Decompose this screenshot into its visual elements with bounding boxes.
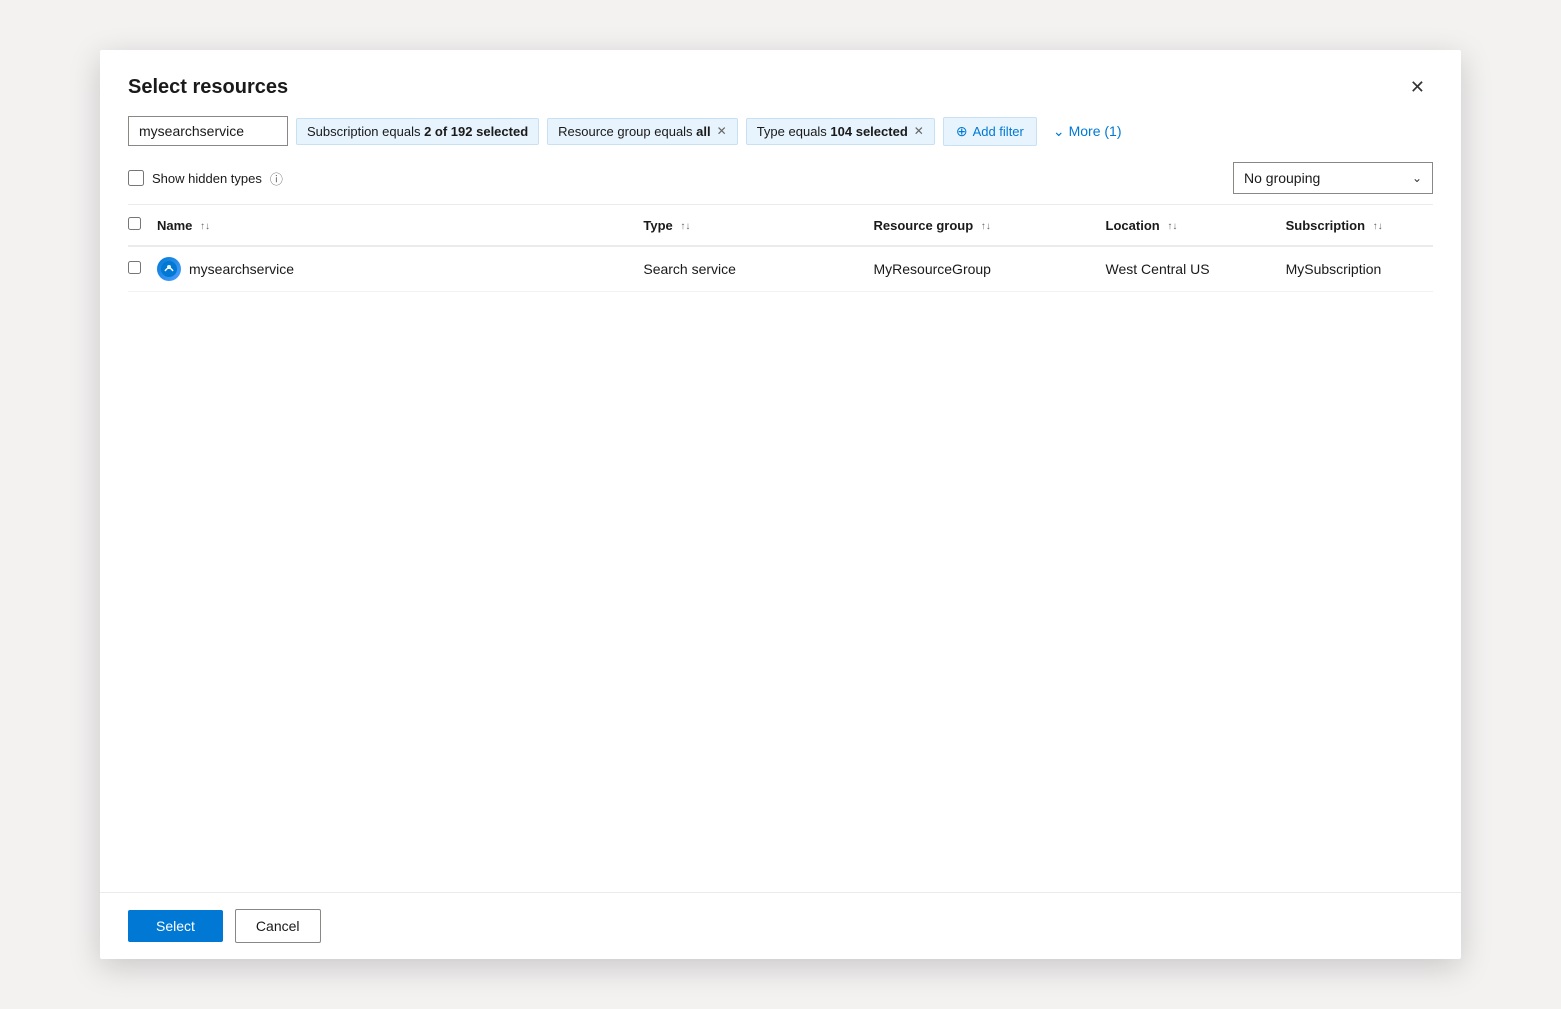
resources-table: Name ↑↓ Type ↑↓ Resource group ↑↓ Locati… (128, 205, 1433, 292)
type-sort-icon: ↑↓ (680, 223, 690, 230)
filter-chip-resource-group-text: Resource group equals all (558, 124, 711, 139)
table-body: mysearchservice Search service MyResourc… (128, 246, 1433, 292)
row-subscription: MySubscription (1286, 261, 1382, 277)
select-button[interactable]: Select (128, 910, 223, 942)
filter-chip-subscription[interactable]: Subscription equals 2 of 192 selected (296, 118, 539, 145)
filter-chip-subscription-text: Subscription equals 2 of 192 selected (307, 124, 528, 139)
add-filter-label: Add filter (973, 124, 1024, 139)
row-checkbox[interactable] (128, 261, 141, 274)
grouping-dropdown-wrapper: No grouping Resource group Location Type… (1233, 162, 1433, 194)
search-input[interactable] (128, 116, 288, 146)
toolbar: Subscription equals 2 of 192 selected Re… (100, 116, 1461, 158)
dialog-footer: Select Cancel (100, 892, 1461, 959)
col-header-subscription[interactable]: Subscription ↑↓ (1278, 205, 1433, 246)
row-location: West Central US (1106, 261, 1210, 277)
col-header-checkbox (128, 205, 149, 246)
row-name-cell: mysearchservice (149, 246, 635, 292)
filter-chip-type-text: Type equals 104 selected (757, 124, 908, 139)
filter-chip-type[interactable]: Type equals 104 selected ✕ (746, 118, 935, 145)
subscription-sort-icon: ↑↓ (1373, 223, 1383, 230)
location-sort-icon: ↑↓ (1167, 223, 1177, 230)
filter-chip-resource-group[interactable]: Resource group equals all ✕ (547, 118, 738, 145)
row-subscription-cell: MySubscription (1278, 246, 1433, 292)
row-checkbox-cell (128, 246, 149, 292)
more-label: More (1) (1069, 123, 1122, 139)
row-location-cell: West Central US (1098, 246, 1278, 292)
resource-icon (157, 257, 181, 281)
table-header: Name ↑↓ Type ↑↓ Resource group ↑↓ Locati… (128, 205, 1433, 246)
table-row[interactable]: mysearchservice Search service MyResourc… (128, 246, 1433, 292)
col-header-location[interactable]: Location ↑↓ (1098, 205, 1278, 246)
row-resource-group-cell: MyResourceGroup (865, 246, 1097, 292)
cancel-button[interactable]: Cancel (235, 909, 321, 943)
options-bar: Show hidden types ⓘ No grouping Resource… (100, 158, 1461, 204)
show-hidden-text: Show hidden types (152, 171, 262, 186)
dialog-header: Select resources ✕ (100, 50, 1461, 116)
add-filter-icon: ⊕ (956, 123, 968, 140)
select-resources-dialog: Select resources ✕ Subscription equals 2… (100, 50, 1461, 959)
row-name: mysearchservice (189, 261, 294, 277)
filter-chip-type-close[interactable]: ✕ (914, 125, 924, 137)
select-all-checkbox[interactable] (128, 217, 141, 230)
dialog-title: Select resources (128, 76, 288, 99)
show-hidden-label[interactable]: Show hidden types ⓘ (128, 169, 283, 188)
resource-group-sort-icon: ↑↓ (981, 223, 991, 230)
col-header-name[interactable]: Name ↑↓ (149, 205, 635, 246)
info-icon: ⓘ (270, 169, 283, 188)
row-type: Search service (643, 261, 736, 277)
col-header-type[interactable]: Type ↑↓ (635, 205, 865, 246)
show-hidden-checkbox[interactable] (128, 170, 144, 186)
grouping-select[interactable]: No grouping Resource group Location Type… (1234, 163, 1432, 193)
row-type-cell: Search service (635, 246, 865, 292)
add-filter-button[interactable]: ⊕ Add filter (943, 117, 1037, 146)
col-header-resource-group[interactable]: Resource group ↑↓ (865, 205, 1097, 246)
table-container: Name ↑↓ Type ↑↓ Resource group ↑↓ Locati… (100, 205, 1461, 892)
chevron-down-icon: ⌄ (1053, 123, 1065, 140)
close-button[interactable]: ✕ (1402, 74, 1433, 100)
more-button[interactable]: ⌄ More (1) (1045, 118, 1130, 145)
filter-chip-resource-group-close[interactable]: ✕ (717, 125, 727, 137)
name-sort-icon: ↑↓ (200, 223, 210, 230)
row-resource-group: MyResourceGroup (873, 261, 991, 277)
